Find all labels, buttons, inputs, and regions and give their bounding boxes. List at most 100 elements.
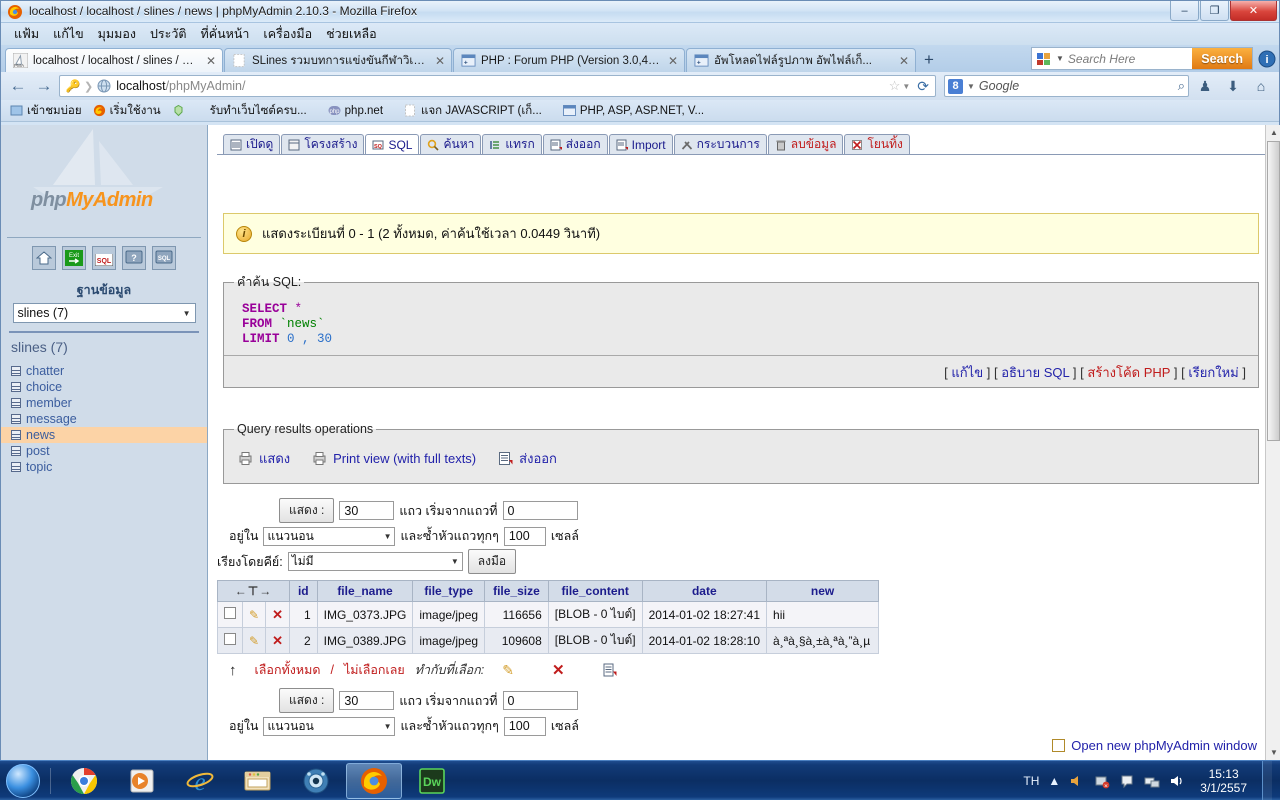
start-row-input-top[interactable]: 0	[503, 501, 578, 520]
show-hidden-icons-button[interactable]: ▲	[1048, 774, 1060, 788]
new-tab-button[interactable]: +	[917, 50, 941, 72]
database-select[interactable]: slines (7) ▼	[13, 303, 196, 323]
rows-input-bottom[interactable]: 30	[339, 691, 394, 710]
op-print[interactable]: แสดง	[238, 448, 290, 469]
open-new-window-link[interactable]: Open new phpMyAdmin window	[1052, 738, 1257, 753]
taskbar-chrome[interactable]	[56, 763, 112, 799]
tab-sql[interactable]: SQ SQL	[365, 134, 419, 154]
language-indicator[interactable]: TH	[1023, 774, 1039, 788]
tab-insert[interactable]: แทรก	[482, 134, 541, 154]
navbar-search-input[interactable]: Google	[979, 79, 1178, 93]
menu-edit[interactable]: แก้ไข	[46, 22, 90, 46]
row-checkbox-cell[interactable]	[218, 602, 243, 628]
taskbar-internet-explorer[interactable]: e	[172, 763, 228, 799]
menu-file[interactable]: แฟ้ม	[7, 22, 46, 46]
link-edit[interactable]: แก้ไข	[951, 365, 983, 380]
row-edit-cell[interactable]: ✎	[243, 628, 266, 654]
op-print-view[interactable]: Print view (with full texts)	[312, 451, 476, 466]
forward-button[interactable]: →	[33, 76, 55, 96]
column-header-id[interactable]: id	[289, 581, 317, 602]
action-center-icon[interactable]	[1119, 773, 1135, 789]
info-icon[interactable]: i	[1257, 49, 1277, 69]
magnifier-icon[interactable]: ⌕	[1178, 78, 1185, 94]
pma-logo[interactable]: phpMyAdmin	[31, 189, 153, 212]
repeat-input-top[interactable]: 100	[504, 527, 546, 546]
sidebar-item-choice[interactable]: choice	[1, 379, 207, 395]
address-bar[interactable]: 🔑 ❯ localhost/phpMyAdmin/ ☆ ▼ ⟳	[59, 75, 936, 97]
row-checkbox-cell[interactable]	[218, 628, 243, 654]
restore-button[interactable]: ❐	[1200, 1, 1229, 21]
mode-select-bottom[interactable]: แนวนอน ▼	[263, 717, 395, 736]
browser-tab-3-close[interactable]: ✕	[665, 54, 678, 68]
taskbar-firefox[interactable]	[346, 763, 402, 799]
sidebar-item-topic[interactable]: topic	[1, 459, 207, 475]
search-submit-button[interactable]: Search	[1192, 48, 1252, 69]
export-icon[interactable]	[603, 663, 617, 677]
row-checkbox[interactable]	[224, 633, 236, 645]
bookmark-webdesign[interactable]: รับทำเว็บไซต์ครบ...	[206, 101, 311, 121]
row-checkbox[interactable]	[224, 607, 236, 619]
tab-operations[interactable]: กระบวนการ	[674, 134, 767, 154]
go-button[interactable]: ลงมือ	[468, 549, 516, 574]
bookmark-javascript[interactable]: แจก JAVASCRIPT (เก็...	[400, 101, 546, 121]
scrollbar-thumb[interactable]	[1267, 141, 1280, 441]
search-engine-caret[interactable]: ▼	[963, 82, 979, 91]
home-icon[interactable]: ⌂	[1249, 78, 1273, 94]
pencil-icon[interactable]: ✎	[249, 608, 259, 622]
back-button[interactable]: ←	[7, 76, 29, 96]
tab-structure[interactable]: โครงสร้าง	[281, 134, 364, 154]
link-explain-sql[interactable]: อธิบาย SQL	[1001, 365, 1069, 380]
row-delete-cell[interactable]: ✕	[266, 628, 290, 654]
column-header-file_name[interactable]: file_name	[317, 581, 413, 602]
bookmark-php-asp[interactable]: PHP, ASP, ASP.NET, V...	[559, 103, 708, 118]
show-button-top[interactable]: แสดง :	[279, 498, 334, 523]
delete-icon[interactable]: ✕	[552, 661, 565, 679]
bookmark-phpnet[interactable]: php php.net	[324, 103, 387, 118]
browser-tab-1[interactable]: PMA localhost / localhost / slines / new…	[5, 48, 223, 72]
exit-icon[interactable]: Exit	[62, 246, 86, 270]
tab-empty[interactable]: ลบข้อมูล	[768, 134, 844, 154]
home-icon[interactable]	[32, 246, 56, 270]
link-refresh[interactable]: เรียกใหม่	[1188, 365, 1238, 380]
select-all-link[interactable]: เลือกทั้งหมด	[255, 660, 321, 680]
sidebar-item-post[interactable]: post	[1, 443, 207, 459]
menu-view[interactable]: มุมมอง	[91, 22, 143, 46]
column-header-date[interactable]: date	[642, 581, 766, 602]
show-button-bottom[interactable]: แสดง :	[279, 688, 334, 713]
sidebar-item-news[interactable]: news	[1, 427, 207, 443]
menu-bookmarks[interactable]: ที่คั่นหน้า	[193, 22, 256, 46]
select-none-link[interactable]: ไม่เลือกเลย	[344, 660, 405, 680]
tab-import[interactable]: Import	[609, 134, 673, 154]
bookmark-most-visited[interactable]: เข้าชมบ่อย	[6, 101, 86, 121]
taskbar-app[interactable]	[288, 763, 344, 799]
toolbar-search-box[interactable]: ▼ Search Here Search	[1031, 47, 1253, 70]
column-header-file_type[interactable]: file_type	[413, 581, 485, 602]
bookmark-star-icon[interactable]: ☆	[887, 78, 903, 94]
menu-history[interactable]: ประวัติ	[143, 22, 194, 46]
browser-tab-2-close[interactable]: ✕	[432, 54, 445, 68]
tab-drop[interactable]: โยนทิ้ง	[844, 134, 909, 154]
scroll-down-button[interactable]: ▼	[1266, 745, 1280, 761]
tab-search[interactable]: ค้นหา	[420, 134, 481, 154]
mode-select-top[interactable]: แนวนอน ▼	[263, 527, 395, 546]
delete-icon[interactable]: ✕	[272, 607, 283, 622]
browser-tab-4-close[interactable]: ✕	[896, 54, 909, 68]
minimize-button[interactable]: –	[1170, 1, 1199, 21]
volume-mute-icon[interactable]	[1069, 773, 1085, 789]
tab-export[interactable]: ส่งออก	[543, 134, 608, 154]
start-button[interactable]	[0, 762, 46, 800]
delete-icon[interactable]: ✕	[272, 633, 283, 648]
browser-tab-3[interactable]: + PHP : Forum PHP (Version 3.0,4.0,5....…	[453, 48, 685, 72]
taskbar-media-player[interactable]	[114, 763, 170, 799]
search-provider-caret[interactable]: ▼	[1056, 54, 1064, 63]
browser-tab-4[interactable]: + อัพโหลดไฟล์รูปภาพ อัพไฟล์เก็... ✕	[686, 48, 916, 72]
tab-browse[interactable]: เปิดดู	[223, 134, 280, 154]
page-scrollbar[interactable]: ▲ ▼	[1265, 125, 1280, 761]
rows-input-top[interactable]: 30	[339, 501, 394, 520]
sidebar-item-member[interactable]: member	[1, 395, 207, 411]
menu-tools[interactable]: เครื่องมือ	[256, 22, 319, 46]
query-window-icon[interactable]: SQL	[152, 246, 176, 270]
scroll-up-button[interactable]: ▲	[1266, 125, 1280, 141]
bookmark-ubuntu[interactable]	[168, 103, 193, 118]
download-icon[interactable]: ⬇	[1221, 78, 1245, 95]
